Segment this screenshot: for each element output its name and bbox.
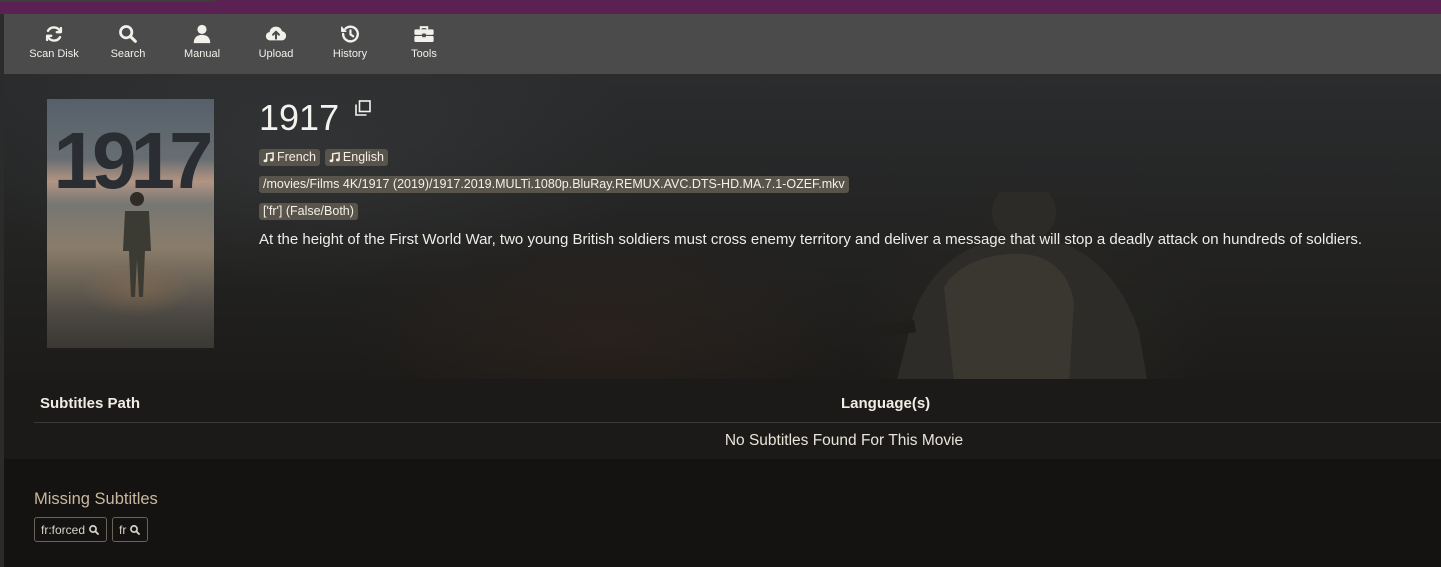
history-icon (341, 25, 359, 43)
column-header-languages[interactable]: Language(s) (841, 394, 930, 414)
manual-label: Manual (183, 48, 221, 60)
title-row: 1917 (259, 96, 371, 140)
missing-subtitle-search-button[interactable]: fr (112, 517, 149, 542)
tools-label: Tools (411, 48, 437, 60)
empty-table-message: No Subtitles Found For This Movie (724, 432, 964, 449)
upload-button[interactable]: Upload (239, 14, 313, 74)
missing-subtitle-label: fr:forced (41, 522, 86, 537)
top-accent-inner (0, 0, 215, 2)
empty-table-message-row: No Subtitles Found For This Movie (34, 431, 1441, 451)
top-accent-bar (0, 0, 1441, 14)
tools-button[interactable]: Tools (387, 14, 461, 74)
movie-poster: 1917 (47, 99, 214, 348)
audio-language-text: French (277, 150, 316, 164)
copy-icon[interactable] (355, 100, 371, 116)
audio-language-badge: English (324, 149, 388, 166)
missing-subtitles-list: fr:forced fr (34, 517, 149, 542)
search-icon (119, 25, 137, 43)
sync-icon (45, 26, 63, 42)
history-button[interactable]: History (313, 14, 387, 74)
backdrop-soldier-silhouette (874, 192, 1147, 379)
movie-title: 1917 (259, 97, 340, 138)
missing-subtitle-label: fr (119, 522, 127, 537)
language-profile-badge: ['fr'] (False/Both) (259, 203, 358, 220)
history-label: History (332, 48, 368, 60)
scan-disk-button[interactable]: Scan Disk (17, 14, 91, 74)
search-label: Search (110, 48, 146, 60)
audio-language-text: English (342, 150, 384, 164)
file-path-badge: /movies/Films 4K/1917 (2019)/1917.2019.M… (259, 176, 849, 193)
table-header-divider (34, 422, 1441, 423)
manual-button[interactable]: Manual (165, 14, 239, 74)
scan-disk-label: Scan Disk (29, 48, 79, 60)
user-icon (193, 24, 211, 44)
movie-hero-backdrop (4, 74, 1441, 379)
audio-language-badges: French English (259, 149, 388, 166)
search-icon (130, 524, 141, 535)
movie-overview: At the height of the First World War, tw… (259, 231, 1363, 248)
search-button[interactable]: Search (91, 14, 165, 74)
cloud-upload-icon (265, 26, 287, 41)
poster-soldier-figure (123, 192, 151, 297)
upload-label: Upload (258, 48, 294, 60)
music-icon (263, 152, 274, 163)
toolbox-icon (414, 26, 434, 42)
missing-subtitle-search-button[interactable]: fr:forced (34, 517, 108, 542)
audio-language-badge: French (259, 149, 320, 166)
missing-subtitles-heading: Missing Subtitles (34, 490, 158, 508)
toolbar: Scan Disk Search Manual Upload History T… (4, 14, 1441, 74)
search-icon (89, 524, 99, 535)
column-header-subtitles-path[interactable]: Subtitles Path (40, 394, 140, 414)
music-icon (329, 152, 340, 163)
